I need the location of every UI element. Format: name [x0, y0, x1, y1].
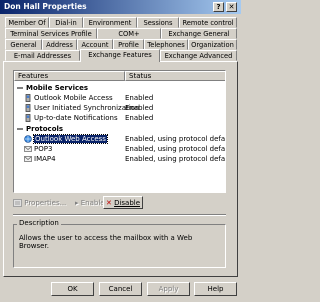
mobile-feature-icon: [25, 114, 31, 122]
feature-status: Enabled: [125, 104, 154, 112]
feature-status: Enabled, using protocol defaults.: [125, 145, 226, 153]
cancel-button[interactable]: Cancel: [99, 282, 142, 296]
feature-status: Enabled, using protocol defaults.: [125, 155, 226, 163]
protocol-icon: [24, 156, 32, 162]
column-header-features[interactable]: Features: [14, 71, 125, 81]
globe-icon: [24, 135, 32, 143]
enable-icon: ▸: [75, 199, 79, 207]
tab-member-of[interactable]: Member Of: [5, 17, 49, 28]
properties-label: Properties...: [24, 199, 67, 207]
help-button[interactable]: Help: [194, 282, 237, 296]
list-item[interactable]: POP3 Enabled, using protocol defaults.: [14, 144, 225, 154]
close-button[interactable]: ✕: [226, 2, 237, 12]
features-list[interactable]: Features Status Mobile Services Outlook …: [13, 70, 226, 193]
tab-terminal-services-profile[interactable]: Terminal Services Profile: [5, 28, 97, 39]
disable-button[interactable]: ✕ Disable: [103, 196, 143, 209]
list-item[interactable]: User Initiated Synchronization Enabled: [14, 103, 225, 113]
group-label: Protocols: [26, 125, 64, 133]
feature-name: Outlook Web Access: [33, 134, 108, 144]
tab-organization[interactable]: Organization: [188, 39, 237, 50]
tab-exchange-features[interactable]: Exchange Features: [80, 49, 160, 62]
feature-status: Enabled: [125, 94, 154, 102]
disable-x-icon: ✕: [105, 199, 112, 207]
description-title: Description: [17, 219, 61, 227]
separator: [13, 214, 226, 216]
apply-button[interactable]: Apply: [147, 282, 190, 296]
feature-name: User Initiated Synchronization: [34, 104, 140, 112]
title-bar[interactable]: Don Hall Properties ? ✕: [0, 0, 241, 14]
list-item[interactable]: Up-to-date Notifications Enabled: [14, 113, 225, 123]
feature-status: Enabled: [125, 114, 154, 122]
enable-button[interactable]: ▸ Enable: [75, 197, 105, 209]
window-title: Don Hall Properties: [4, 2, 87, 11]
feature-name: IMAP4: [34, 155, 56, 163]
feature-name: POP3: [34, 145, 53, 153]
tab-environment[interactable]: Environment: [83, 17, 137, 28]
tab-sessions[interactable]: Sessions: [137, 17, 179, 28]
ok-button[interactable]: OK: [51, 282, 94, 296]
list-item[interactable]: Outlook Web Access Enabled, using protoc…: [14, 134, 225, 144]
collapse-icon[interactable]: [16, 84, 24, 92]
group-label: Mobile Services: [26, 84, 89, 92]
tab-com-plus[interactable]: COM+: [97, 28, 161, 39]
group-mobile-services[interactable]: Mobile Services: [14, 83, 225, 93]
tab-general[interactable]: General: [5, 39, 42, 50]
tab-email-addresses[interactable]: E-mail Addresses: [5, 50, 80, 61]
tab-dial-in[interactable]: Dial-in: [49, 17, 83, 28]
properties-button[interactable]: Properties...: [13, 197, 73, 209]
tab-remote-control[interactable]: Remote control: [179, 17, 237, 28]
tab-exchange-general[interactable]: Exchange General: [161, 28, 237, 39]
mobile-feature-icon: [25, 94, 31, 102]
tab-address[interactable]: Address: [42, 39, 77, 50]
column-header-status[interactable]: Status: [125, 71, 225, 81]
list-item[interactable]: Outlook Mobile Access Enabled: [14, 93, 225, 103]
group-protocols[interactable]: Protocols: [14, 124, 225, 134]
disable-label: Disable: [114, 199, 141, 207]
collapse-icon[interactable]: [16, 125, 24, 133]
feature-name: Outlook Mobile Access: [34, 94, 113, 102]
feature-name: Up-to-date Notifications: [34, 114, 118, 122]
protocol-icon: [24, 146, 32, 152]
description-text: Allows the user to access the mailbox wi…: [19, 234, 193, 250]
help-title-button[interactable]: ?: [213, 2, 224, 12]
mobile-feature-icon: [25, 104, 31, 112]
tab-exchange-advanced[interactable]: Exchange Advanced: [160, 50, 237, 61]
properties-icon: [13, 199, 22, 207]
list-item[interactable]: IMAP4 Enabled, using protocol defaults.: [14, 154, 225, 164]
feature-status: Enabled, using protocol defaults.: [125, 135, 226, 143]
enable-label: Enable: [80, 199, 105, 207]
